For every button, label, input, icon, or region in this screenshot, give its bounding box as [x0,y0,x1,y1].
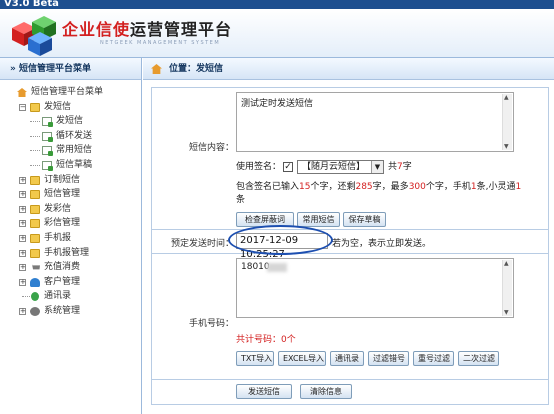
sidebar-item-sms-draft[interactable]: 短信草稿 [0,158,141,173]
schedule-hint: 若为空，表示立即发送。 [332,239,432,249]
sidebar: » 短信管理平台菜单 短信管理平台菜单 − 发短信 发短信 循环发送 常用短信 [0,58,142,414]
collapse-icon[interactable]: − [19,103,26,111]
sidebar-item-recharge[interactable]: + 充值消费 [0,260,141,275]
send-sms-button[interactable]: 发送短信 [236,384,292,399]
redacted-area [267,263,287,272]
breadcrumb: 位置：发短信 [143,58,554,80]
actions-row: 发送短信 清除信息 [152,380,548,404]
folder-icon [30,204,40,214]
menu-root[interactable]: 短信管理平台菜单 [0,85,141,100]
signature-label: 使用签名： [236,162,282,172]
expand-icon[interactable]: + [19,307,26,315]
scrollbar[interactable] [502,94,512,150]
char-count-info: 包含签名已输入15个字，还剩285字，最多300个字，手机1条,小灵通1 [236,182,522,192]
phone-label: 手机号码： [188,319,234,329]
clear-info-button[interactable]: 清除信息 [300,384,352,399]
sms-content-label: 短信内容： [188,143,234,153]
sidebar-item-customer-manage[interactable]: + 客户管理 [0,275,141,290]
folder-icon [30,175,40,185]
sidebar-item-mobile-news-manage[interactable]: + 手机报管理 [0,246,141,261]
folder-icon [30,102,40,112]
version-label: V3.0 Beta [4,0,59,9]
total-numbers: 共计号码：0个 [236,335,296,345]
sidebar-item-mobile-news[interactable]: + 手机报 [0,231,141,246]
sidebar-item-contacts[interactable]: 通讯录 [0,289,141,304]
sidebar-item-system-manage[interactable]: + 系统管理 [0,304,141,319]
schedule-label: 预定发送时间： [170,239,234,249]
brand-subtitle: NETGEEK MANAGEMENT SYSTEM [100,40,221,46]
sidebar-item-sms-manage[interactable]: + 短信管理 [0,187,141,202]
phone-numbers-textarea[interactable]: 18010 [236,258,514,318]
sidebar-item-send-sms[interactable]: 发短信 [0,114,141,129]
save-draft-button[interactable]: 保存草稿 [343,212,386,227]
signature-select[interactable]: 【随月云短信】 ▼ [297,160,384,174]
sidebar-item-send-sms-group[interactable]: − 发短信 [0,100,141,115]
folder-icon [30,219,40,229]
chevron-down-icon: ▼ [371,161,383,173]
title-strip: V3.0 Beta [0,0,554,9]
expand-icon[interactable]: + [19,220,26,228]
common-sms-button[interactable]: 常用短信 [297,212,340,227]
folder-icon [30,248,40,258]
document-icon [42,146,53,157]
home-icon [17,88,27,97]
document-icon [42,117,53,128]
person-icon [30,277,40,287]
second-filter-button[interactable]: 二次过滤 [458,351,499,366]
scrollbar[interactable] [502,260,512,316]
menu-tree: 短信管理平台菜单 − 发短信 发短信 循环发送 常用短信 短信草稿 + 订制短信… [0,80,141,319]
expand-icon[interactable]: + [19,249,26,257]
main-panel: 位置：发短信 短信内容： 测试定时发送短信 使用签名： ✓ 【随月云短信】 ▼ … [143,58,554,414]
expand-icon[interactable]: + [19,176,26,184]
filter-invalid-button[interactable]: 过滤错号 [368,351,409,366]
expand-icon[interactable]: + [19,234,26,242]
signature-count: 共7字 [388,162,412,172]
phone-row: 手机号码： 18010 共计号码：0个 TXT导入 EXCEL导入 通讯录 过滤… [152,254,548,380]
expand-icon[interactable]: + [19,278,26,286]
expand-icon[interactable]: + [19,205,26,213]
sidebar-item-mms-manage[interactable]: + 彩信管理 [0,216,141,231]
schedule-row: 预定发送时间： 2017-12-09 10:25:27 若为空，表示立即发送。 [152,225,548,260]
char-count-info-tail: 条 [236,195,246,205]
filter-duplicate-button[interactable]: 重号过滤 [413,351,454,366]
expand-icon[interactable]: + [19,191,26,199]
signature-checkbox[interactable]: ✓ [283,162,293,172]
sidebar-item-send-mms[interactable]: + 发彩信 [0,202,141,217]
folder-icon [30,190,40,200]
home-icon [151,64,162,74]
sms-content-textarea[interactable]: 测试定时发送短信 [236,92,514,152]
sidebar-item-custom-sms[interactable]: + 订制短信 [0,173,141,188]
sidebar-header: » 短信管理平台菜单 [0,58,141,80]
document-icon [42,160,53,171]
document-icon [42,131,53,142]
contacts-button[interactable]: 通讯录 [330,351,364,366]
sidebar-item-loop-send[interactable]: 循环发送 [0,129,141,144]
gear-icon [30,306,40,316]
sidebar-item-common-sms[interactable]: 常用短信 [0,143,141,158]
folder-icon [30,233,40,243]
logo-cubes-icon [12,16,56,56]
highlight-ellipse [228,225,333,255]
excel-import-button[interactable]: EXCEL导入 [278,351,326,366]
cart-icon [30,264,40,270]
txt-import-button[interactable]: TXT导入 [236,351,274,366]
app-header: 企业信使运营管理平台 NETGEEK MANAGEMENT SYSTEM [0,9,554,58]
sms-content-row: 短信内容： 测试定时发送短信 使用签名： ✓ 【随月云短信】 ▼ 共7字 包含签… [152,88,548,230]
expand-icon[interactable]: + [19,264,26,272]
send-sms-form: 短信内容： 测试定时发送短信 使用签名： ✓ 【随月云短信】 ▼ 共7字 包含签… [151,87,549,405]
brand-title: 企业信使运营管理平台 [62,20,233,39]
contact-icon [31,292,39,302]
